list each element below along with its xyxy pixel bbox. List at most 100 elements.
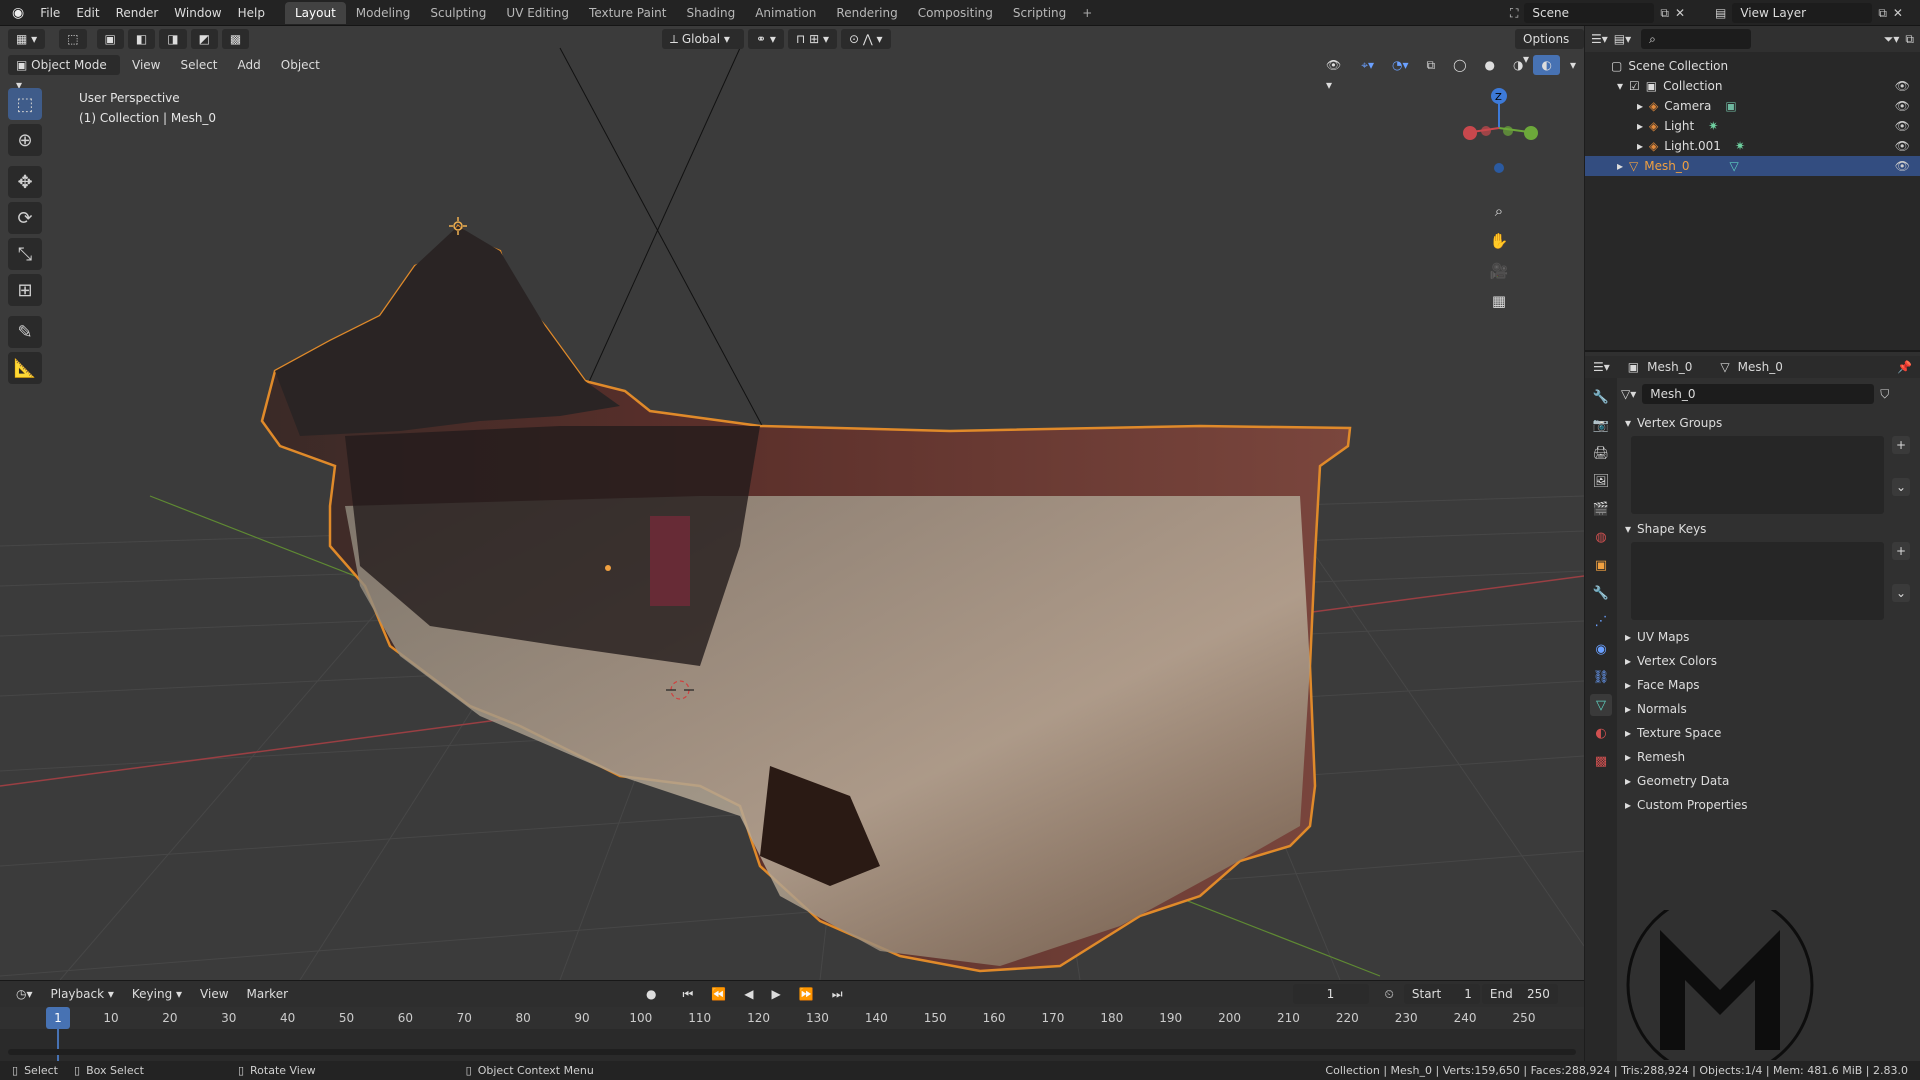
options-dropdown[interactable]: Options ▾ <box>1515 29 1584 66</box>
new-collection-icon[interactable]: ⧉ <box>1905 32 1914 47</box>
checkbox-icon[interactable]: ☑ <box>1629 79 1640 93</box>
timeline-menu-keying[interactable]: Keying ▾ <box>124 984 190 1004</box>
new-view-layer-icon[interactable]: ⧉ <box>1878 6 1887 21</box>
fake-user-icon[interactable]: ⛉ <box>1880 387 1889 402</box>
proportional-edit-toggle[interactable]: ⊙ ⋀ ▾ <box>840 29 891 49</box>
play-reverse-icon[interactable]: ◀ <box>736 984 761 1004</box>
move-tool-icon[interactable]: ✥ <box>8 166 42 198</box>
eye-icon[interactable]: 👁 <box>1895 79 1910 93</box>
cursor-tool-icon[interactable]: ⊕ <box>8 124 42 156</box>
wireframe-shading-icon[interactable]: ◯ <box>1445 55 1474 75</box>
select-mode-intersect-icon[interactable]: ▩ <box>221 29 250 49</box>
transform-orientation-dropdown[interactable]: ⟂ Global ▾ <box>662 29 744 49</box>
shading-options-icon[interactable]: ▾ <box>1562 55 1584 75</box>
panel-custom-properties[interactable]: ▸ Custom Properties <box>1621 794 1916 816</box>
rendered-shading-icon[interactable]: ◐ <box>1533 55 1560 75</box>
expand-arrow-icon[interactable]: ▸ <box>1637 99 1643 113</box>
x-axis-gizmo-icon[interactable] <box>1463 126 1477 140</box>
blender-logo-icon[interactable]: ◉ <box>0 5 32 21</box>
particles-tab-icon[interactable]: ⋰ <box>1590 610 1612 632</box>
viewport-menu-add[interactable]: Add <box>230 55 269 75</box>
pivot-point-dropdown[interactable]: ⚭ ▾ <box>748 29 784 49</box>
menu-window[interactable]: Window <box>166 0 229 26</box>
world-tab-icon[interactable]: ◍ <box>1590 526 1612 548</box>
select-box-tool-icon[interactable]: ⬚ <box>8 88 42 120</box>
vertex-group-menu-button[interactable]: ⌄ <box>1892 478 1910 496</box>
menu-render[interactable]: Render <box>108 0 167 26</box>
tab-uv-editing[interactable]: UV Editing <box>496 2 579 24</box>
texture-tab-icon[interactable]: ▩ <box>1590 750 1612 772</box>
zoom-view-icon[interactable]: ⌕ <box>1486 198 1512 224</box>
expand-arrow-icon[interactable]: ▸ <box>1637 119 1643 133</box>
menu-edit[interactable]: Edit <box>68 0 107 26</box>
mesh-datablock-icon[interactable]: ▽▾ <box>1621 387 1636 401</box>
display-mode-icon[interactable]: ▤▾ <box>1614 32 1631 46</box>
select-tool-icon[interactable]: ⬚ <box>59 29 87 49</box>
outliner-item-collection[interactable]: ▾ ☑ ▣ Collection 👁 <box>1585 76 1920 96</box>
neg-x-axis-gizmo-icon[interactable] <box>1481 126 1491 136</box>
tab-layout[interactable]: Layout <box>284 1 346 24</box>
next-keyframe-icon[interactable]: ⏩ <box>791 984 822 1004</box>
modifier-tab-icon[interactable]: 🔧 <box>1590 582 1612 604</box>
jump-start-icon[interactable]: ⏮ <box>675 984 702 1004</box>
tab-modeling[interactable]: Modeling <box>346 2 421 24</box>
panel-face-maps[interactable]: ▸ Face Maps <box>1621 674 1916 696</box>
mesh-name-field[interactable]: Mesh_0 <box>1642 384 1875 404</box>
rotate-tool-icon[interactable]: ⟳ <box>8 202 42 234</box>
render-tab-icon[interactable]: 📷 <box>1590 414 1612 436</box>
eye-icon[interactable]: 👁 <box>1895 159 1910 173</box>
perspective-toggle-icon[interactable]: ▦ <box>1486 288 1512 314</box>
add-vertex-group-button[interactable]: + <box>1892 436 1910 454</box>
tab-shading[interactable]: Shading <box>676 2 745 24</box>
visibility-icon[interactable]: 👁▾ <box>1318 55 1351 92</box>
snap-toggle[interactable]: ⊓ ⊞ ▾ <box>787 29 837 49</box>
menu-file[interactable]: File <box>32 0 68 26</box>
navigation-gizmo[interactable]: Z ⌕ ✋ 🎥 ▦ <box>1434 76 1564 310</box>
panel-vertex-groups[interactable]: ▾ Vertex Groups <box>1621 412 1916 434</box>
panel-texture-space[interactable]: ▸ Texture Space <box>1621 722 1916 744</box>
outliner-scene-collection[interactable]: ▢ Scene Collection <box>1585 56 1920 76</box>
eye-icon[interactable]: 👁 <box>1895 119 1910 133</box>
scale-tool-icon[interactable]: ⤡ <box>8 238 42 270</box>
record-button-icon[interactable]: ● <box>638 984 664 1004</box>
constraints-tab-icon[interactable]: ⛓ <box>1590 666 1612 688</box>
scene-selector[interactable]: ⛶ Scene ⧉ ✕ <box>1510 3 1685 23</box>
outliner-search-input[interactable]: ⌕ <box>1641 29 1752 49</box>
current-frame-field[interactable]: 1 <box>1292 984 1369 1004</box>
pan-view-icon[interactable]: ✋ <box>1486 228 1512 254</box>
view-layer-tab-icon[interactable]: 🖼 <box>1590 470 1612 492</box>
view-layer-name-field[interactable]: View Layer <box>1732 3 1873 23</box>
preview-range-icon[interactable]: ⏲ <box>1377 984 1402 1004</box>
panel-remesh[interactable]: ▸ Remesh <box>1621 746 1916 768</box>
object-mode-dropdown[interactable]: ▣ Object Mode ▾ <box>8 55 120 92</box>
3d-viewport[interactable]: ▦ ▾ ⬚ ▣ ◧ ◨ ◩ ▩ ⟂ Global ▾ ⚭ ▾ ⊓ ⊞ ▾ ⊙ ⋀… <box>0 26 1584 980</box>
panel-normals[interactable]: ▸ Normals <box>1621 698 1916 720</box>
material-shading-icon[interactable]: ◑ <box>1505 55 1531 75</box>
select-mode-extend-icon[interactable]: ◧ <box>127 29 156 49</box>
xray-toggle-icon[interactable]: ⧉ <box>1419 55 1444 75</box>
view-layer-selector[interactable]: ▤ View Layer ⧉ ✕ <box>1715 3 1903 23</box>
tab-sculpting[interactable]: Sculpting <box>420 2 496 24</box>
expand-arrow-icon[interactable]: ▸ <box>1617 159 1623 173</box>
delete-view-layer-icon[interactable]: ✕ <box>1893 6 1903 20</box>
solid-shading-icon[interactable]: ● <box>1477 55 1503 75</box>
tab-scripting[interactable]: Scripting <box>1003 2 1076 24</box>
camera-view-icon[interactable]: 🎥 <box>1486 258 1512 284</box>
timeline-menu-marker[interactable]: Marker <box>239 984 296 1004</box>
neg-y-axis-gizmo-icon[interactable] <box>1503 126 1513 136</box>
properties-editor-type-icon[interactable]: ☰▾ <box>1593 360 1610 374</box>
viewport-menu-select[interactable]: Select <box>172 55 225 75</box>
menu-help[interactable]: Help <box>230 0 273 26</box>
prev-keyframe-icon[interactable]: ⏪ <box>703 984 734 1004</box>
panel-geometry-data[interactable]: ▸ Geometry Data <box>1621 770 1916 792</box>
editor-type-button[interactable]: ▦ ▾ <box>8 29 46 49</box>
outliner-editor-type-icon[interactable]: ☰▾ <box>1591 32 1608 46</box>
timeline-menu-view[interactable]: View <box>192 984 236 1004</box>
object-tab-icon[interactable]: ▣ <box>1590 554 1612 576</box>
add-shape-key-button[interactable]: + <box>1892 542 1910 560</box>
timeline-menu-playback[interactable]: Playback ▾ <box>43 984 122 1004</box>
y-axis-gizmo-icon[interactable] <box>1524 126 1538 140</box>
start-frame-field[interactable]: Start 1 <box>1403 984 1480 1004</box>
timeline-editor-type-icon[interactable]: ◷▾ <box>8 984 41 1004</box>
viewport-menu-object[interactable]: Object <box>273 55 328 75</box>
